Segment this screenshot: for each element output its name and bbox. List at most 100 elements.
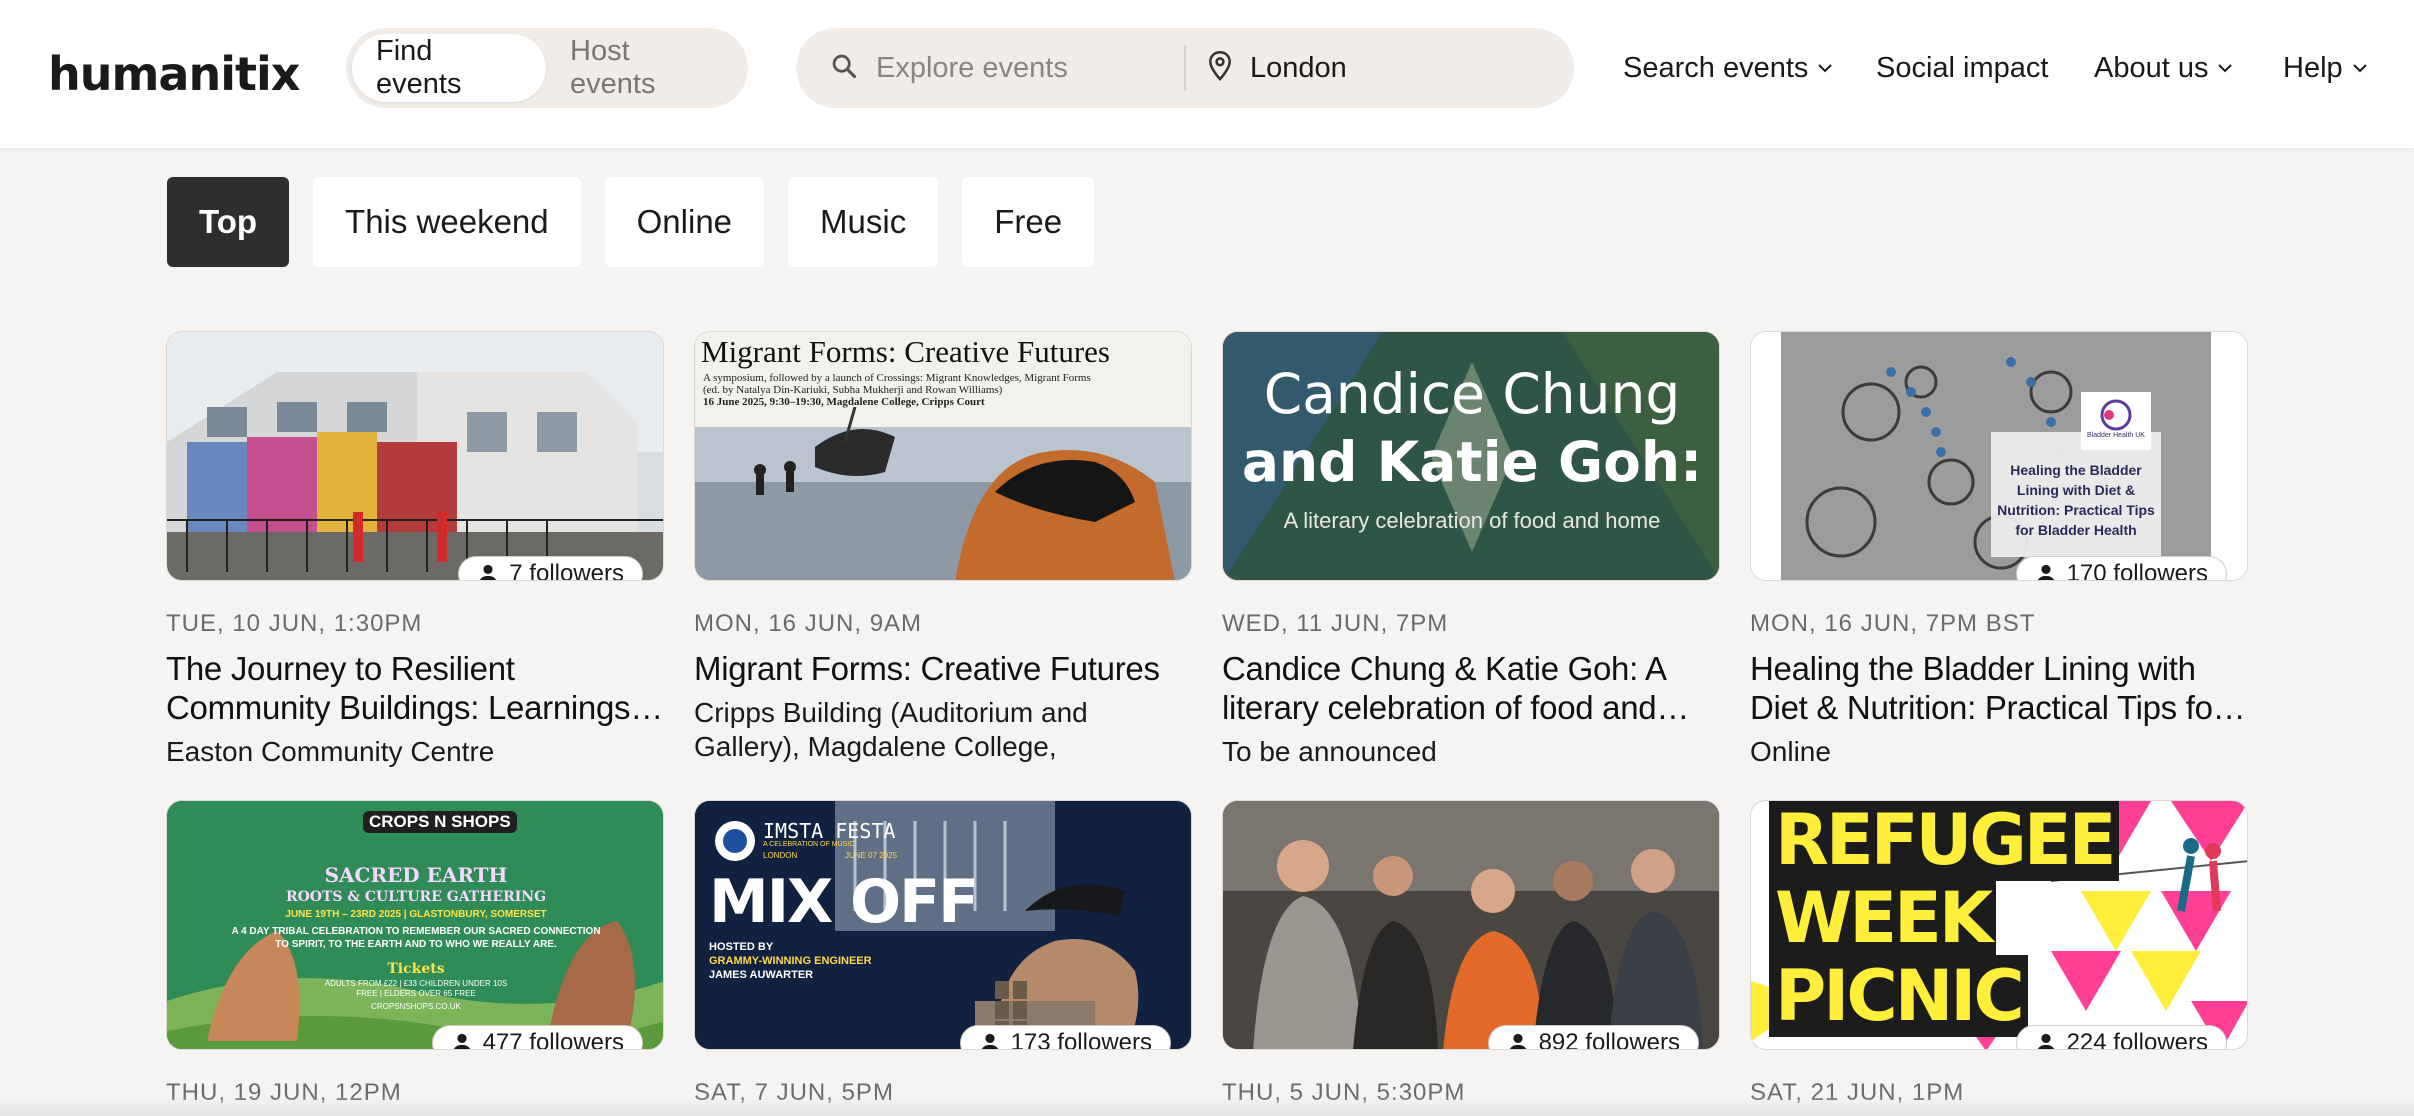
image-dates: JUNE 19TH – 23RD 2025 | GLASTONBURY, SOM… <box>285 909 547 920</box>
event-venue: Online <box>1750 736 1831 767</box>
image-subtext: A symposium, followed by a launch of Cro… <box>703 372 1173 408</box>
image-brand: CROPS N SHOPS <box>363 811 517 833</box>
followers-count: 173 followers <box>1010 1029 1152 1050</box>
image-host-title: GRAMMY-WINNING ENGINEER <box>709 955 872 967</box>
filter-this-weekend[interactable]: This weekend <box>313 177 581 267</box>
location-segment[interactable]: London <box>1184 45 1574 91</box>
nav-help[interactable]: Help <box>2283 46 2369 90</box>
event-date: MON, 16 JUN, 9AM <box>694 610 923 637</box>
followers-badge: 173 followers <box>959 1025 1171 1050</box>
followers-badge: 892 followers <box>1487 1025 1699 1050</box>
event-title[interactable]: The Journey to Resilient Community Build… <box>166 649 664 727</box>
event-title[interactable]: Healing the Bladder Lining with Diet & N… <box>1750 649 2248 727</box>
event-image: IMSTA FESTA A CELEBRATION OF MUSIC LONDO… <box>694 800 1192 1050</box>
event-date: MON, 16 JUN, 7PM BST <box>1750 610 2036 637</box>
chevron-down-icon <box>2216 62 2234 74</box>
chevron-down-icon <box>2351 62 2369 74</box>
followers-count: 7 followers <box>509 560 624 581</box>
image-title: SACRED EARTH <box>324 863 508 887</box>
image-brand: IMSTA FESTA <box>763 819 896 843</box>
filter-online[interactable]: Online <box>604 177 765 267</box>
person-icon <box>480 564 497 580</box>
location-pin-icon <box>1206 50 1234 87</box>
search-input[interactable] <box>876 51 1156 85</box>
event-image: 7 followers <box>166 331 664 581</box>
event-date: TUE, 10 JUN, 1:30PM <box>166 610 423 637</box>
followers-count: 892 followers <box>1538 1029 1680 1050</box>
event-card[interactable]: Migrant Forms: Creative Futures A sympos… <box>694 331 1192 764</box>
nav-search-events-label: Search events <box>1623 52 1809 84</box>
search-segment <box>796 28 1184 108</box>
followers-badge: 7 followers <box>458 556 643 581</box>
location-value: London <box>1250 51 1347 84</box>
find-host-toggle: Find events Host events <box>346 28 748 108</box>
image-blurb: A 4 DAY TRIBAL CELEBRATION TO REMEMBER O… <box>231 926 601 950</box>
image-subtitle: A literary celebration of food and home <box>1283 508 1661 533</box>
filter-music[interactable]: Music <box>788 177 939 267</box>
chevron-down-icon <box>1816 62 1834 74</box>
event-title[interactable]: Migrant Forms: Creative Futures <box>694 649 1192 688</box>
event-image: 892 followers <box>1222 800 1720 1050</box>
event-title[interactable]: Candice Chung & Katie Goh: A literary ce… <box>1222 649 1720 727</box>
image-caption: Healing the Bladder Lining with Diet & N… <box>1997 462 2155 538</box>
image-host-name: JAMES AUWARTER <box>709 969 814 981</box>
image-line: 16 June 2025, 9:30–19:30, Magdalene Coll… <box>703 396 985 408</box>
image-subtitle: ROOTS & CULTURE GATHERING <box>285 889 547 905</box>
followers-badge: 477 followers <box>431 1025 643 1050</box>
image-title-line: PICNIC <box>1769 955 2028 1037</box>
top-header: humanitix Find events Host events London… <box>0 0 2414 148</box>
image-title-line: REFUGEE <box>1769 801 2120 881</box>
filter-free[interactable]: Free <box>962 177 1095 267</box>
search-bar: London <box>796 28 1574 108</box>
bottom-fade <box>0 1096 2414 1116</box>
event-image: Bladder Health UK Healing the Bladder Li… <box>1750 331 2248 581</box>
event-venue: Cripps Building (Auditorium and Gallery)… <box>694 697 1088 762</box>
followers-count: 477 followers <box>482 1029 624 1050</box>
image-hosted: HOSTED BY <box>709 941 774 953</box>
event-card[interactable]: CROPS N SHOPS SACRED EARTH ROOTS & CULTU… <box>166 800 664 1108</box>
image-site: CROPSNSHOPS.CO.UK <box>371 1002 461 1011</box>
event-image: Candice Chung and Katie Goh: A literary … <box>1222 331 1720 581</box>
person-icon <box>1509 1033 1526 1049</box>
find-events-tab[interactable]: Find events <box>352 34 546 102</box>
event-card[interactable]: Candice Chung and Katie Goh: A literary … <box>1222 331 1720 769</box>
event-card[interactable]: 7 followers TUE, 10 JUN, 1:30PM The Jour… <box>166 331 664 769</box>
event-card[interactable]: IMSTA FESTA A CELEBRATION OF MUSIC LONDO… <box>694 800 1192 1108</box>
nav-social-impact[interactable]: Social impact <box>1876 46 2048 90</box>
image-title: MIX OFF <box>709 867 979 937</box>
host-events-tab[interactable]: Host events <box>546 34 742 102</box>
event-card[interactable]: REFUGEE WEEK PICNIC 224 followers SAT, 2… <box>1750 800 2248 1108</box>
person-icon <box>453 1033 470 1049</box>
image-sub: A CELEBRATION OF MUSIC <box>763 841 855 848</box>
nav-social-impact-label: Social impact <box>1876 52 2049 84</box>
image-heading: Migrant Forms: Creative Futures <box>701 334 1110 369</box>
image-city: LONDON <box>763 851 798 860</box>
event-card[interactable]: Bladder Health UK Healing the Bladder Li… <box>1750 331 2248 769</box>
followers-count: 170 followers <box>2066 560 2208 581</box>
filter-top[interactable]: Top <box>167 177 290 267</box>
nav-about-us-label: About us <box>2094 52 2209 84</box>
image-title: REFUGEE WEEK PICNIC <box>1769 801 2120 1037</box>
event-image: Migrant Forms: Creative Futures A sympos… <box>694 331 1192 581</box>
image-title-line: WEEK <box>1769 877 1997 959</box>
filter-chips: Top This weekend Online Music Free <box>167 177 1095 267</box>
followers-badge: 170 followers <box>2015 556 2227 581</box>
event-card[interactable]: 892 followers THU, 5 JUN, 5:30PM <box>1222 800 1720 1108</box>
nav-search-events[interactable]: Search events <box>1623 46 1834 90</box>
image-date: JUNE 07 2025 <box>845 851 898 860</box>
person-icon <box>2037 1033 2054 1049</box>
image-prices: ADULTS FROM £22 | £33 CHILDREN UNDER 10S… <box>324 979 508 998</box>
nav-about-us[interactable]: About us <box>2094 46 2234 90</box>
event-image: CROPS N SHOPS SACRED EARTH ROOTS & CULTU… <box>166 800 664 1050</box>
followers-badge: 224 followers <box>2015 1025 2227 1049</box>
event-date: WED, 11 JUN, 7PM <box>1222 610 1449 637</box>
image-tickets: Tickets <box>387 961 445 977</box>
image-title: Candice Chung and Katie Goh: <box>1223 360 1719 496</box>
search-icon <box>830 52 858 85</box>
image-org: Bladder Health UK <box>2087 432 2145 439</box>
nav-help-label: Help <box>2283 52 2343 84</box>
humanitix-logo[interactable]: humanitix <box>48 46 300 102</box>
person-icon <box>2037 564 2054 580</box>
event-venue: Easton Community Centre <box>166 736 495 767</box>
person-icon <box>981 1033 998 1049</box>
